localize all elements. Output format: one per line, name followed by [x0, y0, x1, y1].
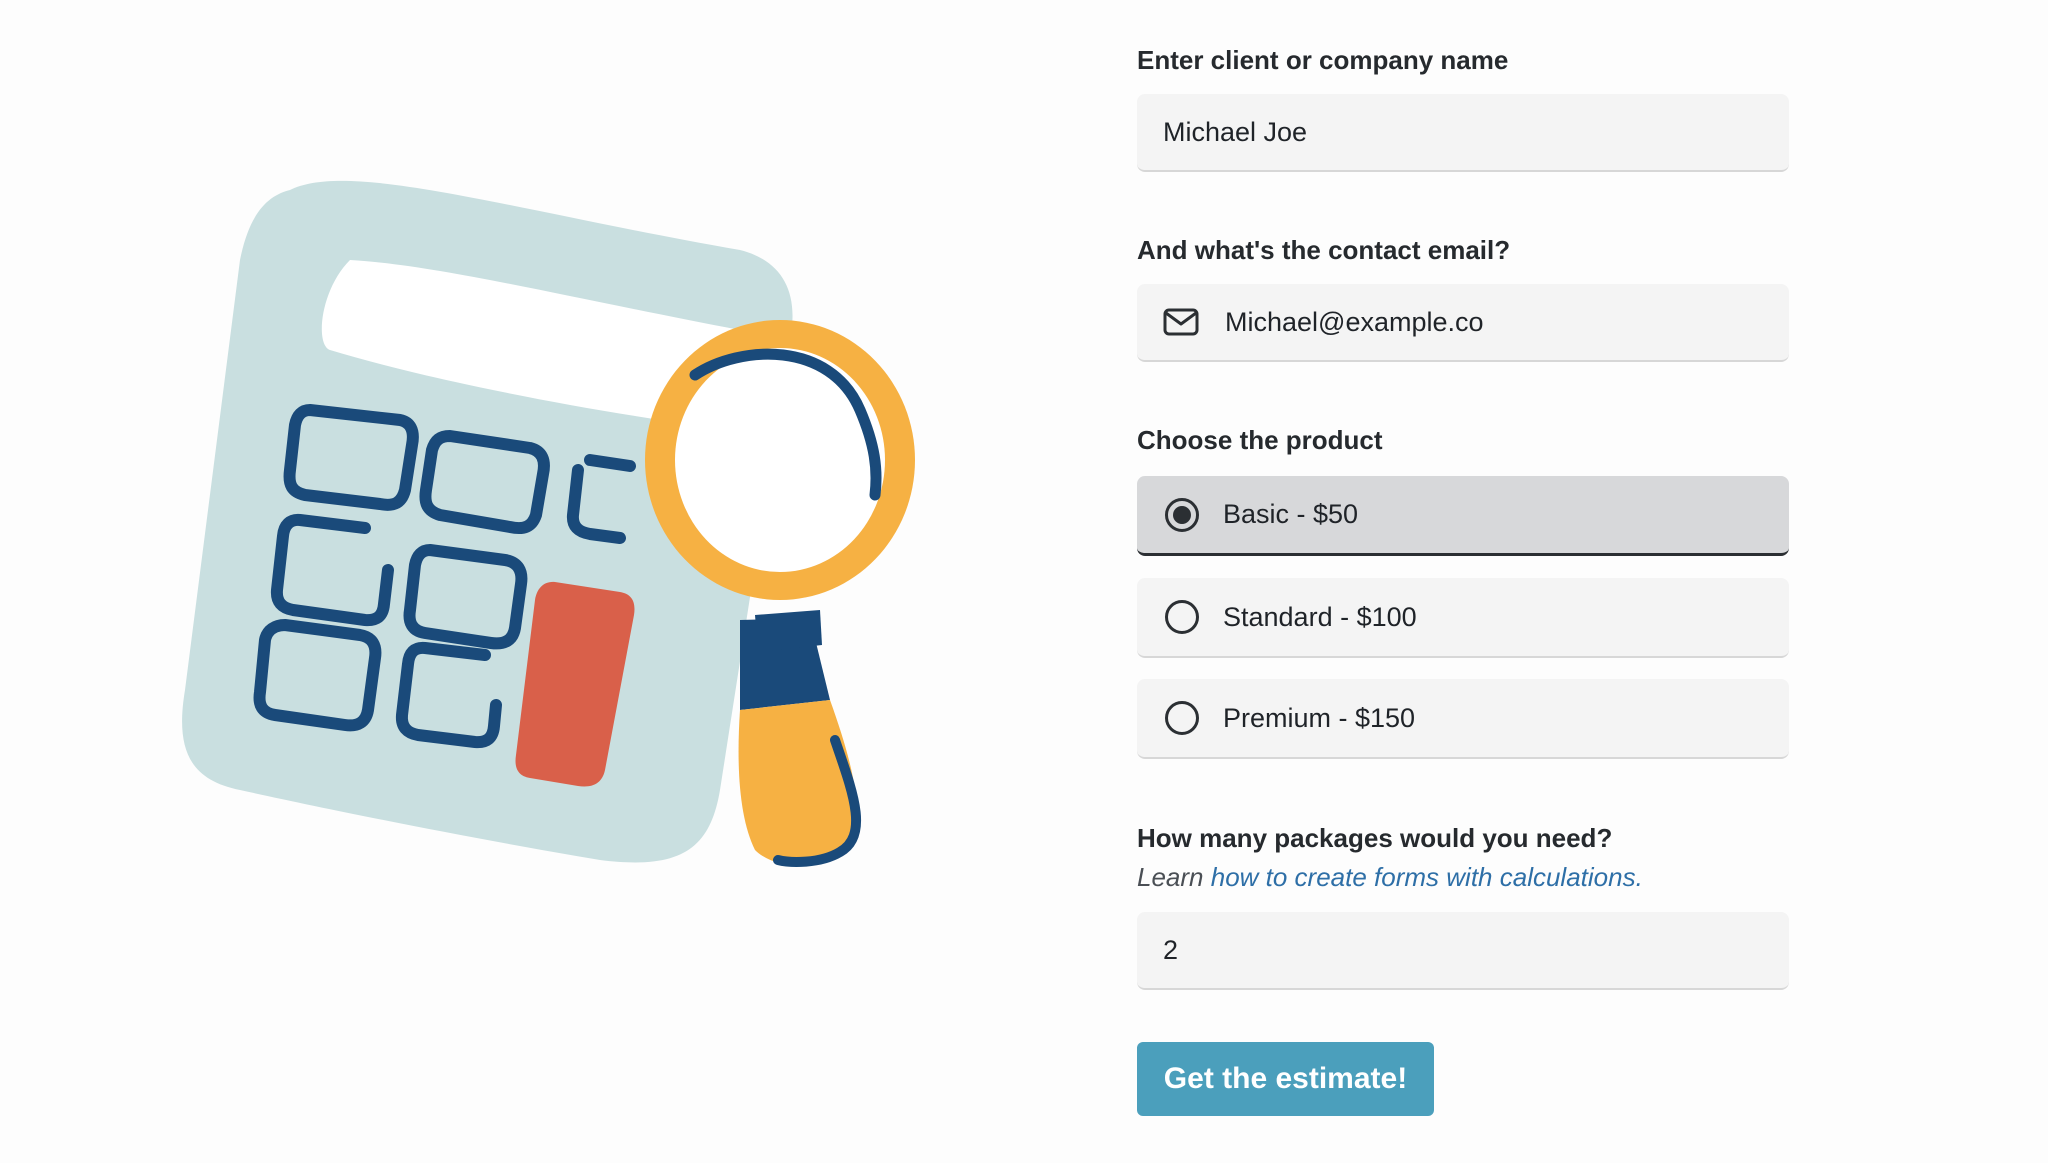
estimate-page: Enter client or company name Michael Joe… [0, 0, 2048, 1163]
calculations-help-link[interactable]: how to create forms with calculations. [1211, 862, 1643, 892]
email-input-value: Michael@example.co [1225, 306, 1484, 337]
radio-unselected-icon [1165, 600, 1199, 634]
get-estimate-button[interactable]: Get the estimate! [1137, 1042, 1434, 1116]
product-option-label: Standard - $100 [1223, 601, 1417, 632]
packages-input[interactable]: 2 [1137, 912, 1789, 990]
product-option-premium[interactable]: Premium - $150 [1137, 679, 1789, 759]
product-option-label: Basic - $50 [1223, 499, 1359, 529]
product-option-label: Premium - $150 [1223, 702, 1416, 733]
name-field-label: Enter client or company name [1137, 45, 1509, 75]
name-input[interactable]: Michael Joe [1137, 94, 1789, 172]
product-field-label: Choose the product [1137, 425, 1383, 455]
email-field-label: And what's the contact email? [1137, 235, 1511, 265]
radio-unselected-icon [1165, 701, 1199, 735]
email-input[interactable]: Michael@example.co [1137, 284, 1789, 362]
mail-icon [1163, 308, 1199, 336]
radio-selected-icon [1165, 497, 1199, 532]
helper-prefix: Learn [1137, 862, 1211, 892]
packages-field-label: How many packages would you need? [1137, 823, 1613, 853]
calculator-magnifier-illustration [180, 170, 940, 900]
product-option-standard[interactable]: Standard - $100 [1137, 578, 1789, 658]
calculator-icon [182, 180, 915, 867]
name-input-value: Michael Joe [1163, 116, 1308, 147]
product-option-basic[interactable]: Basic - $50 [1137, 476, 1789, 556]
packages-helper-text: Learn how to create forms with calculati… [1137, 862, 1643, 893]
packages-input-value: 2 [1163, 934, 1179, 965]
